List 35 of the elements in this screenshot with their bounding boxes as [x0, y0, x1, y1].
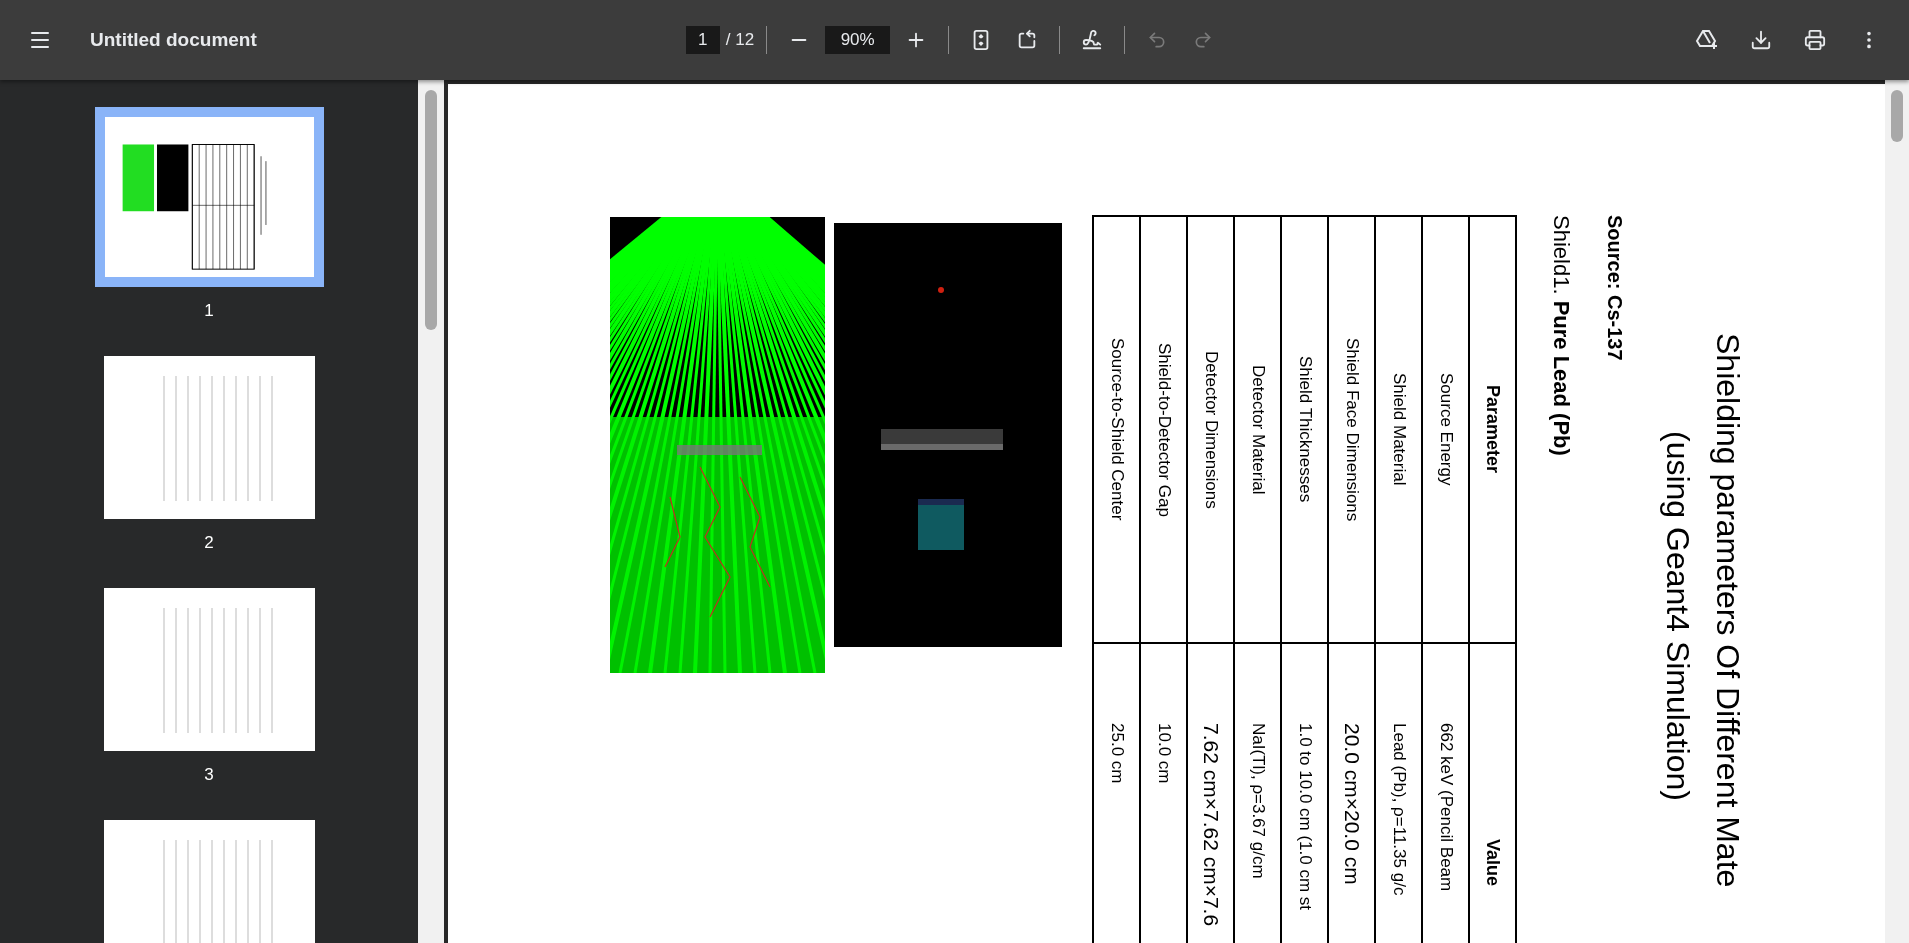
- column-header: Value: [1482, 839, 1503, 887]
- parameter-label: Detector Dimensions: [1200, 350, 1221, 509]
- value-text: 10.0 cm: [1153, 723, 1174, 784]
- sidebar-scrollbar[interactable]: [418, 80, 444, 943]
- value-text: Lead (Pb), ρ=11.35 g/c: [1388, 723, 1409, 896]
- value-text: NaI(Tl), ρ=3.67 g/cm: [1247, 723, 1268, 879]
- page-count: / 12: [725, 30, 755, 50]
- page-number: 2: [204, 533, 214, 553]
- page-thumbnail[interactable]: [103, 588, 315, 751]
- parameter-label: Shield Face Dimensions: [1341, 337, 1362, 522]
- page-number: 1: [204, 301, 214, 321]
- document-title: Untitled document: [90, 29, 257, 51]
- page-thumbnail[interactable]: [94, 107, 324, 287]
- parameter-label: Detector Material: [1247, 364, 1268, 495]
- value-text: 1.0 to 10.0 cm (1.0 cm st: [1294, 723, 1315, 911]
- page-thumbnail[interactable]: [103, 820, 315, 943]
- page-number-field[interactable]: 1: [685, 26, 720, 54]
- source-label: Source: Cs-137: [1604, 215, 1626, 361]
- parameter-label: Shield Material: [1388, 373, 1409, 486]
- value-text: 662 keV (Pencil Beam: [1435, 723, 1456, 892]
- value-text: 20.0 cm×20.0 cm: [1339, 723, 1364, 885]
- document-heading: (using Geant4 Simulation): [1660, 431, 1696, 801]
- parameter-label: Source Energy: [1435, 373, 1456, 486]
- page-number: 3: [204, 765, 214, 785]
- parameter-label: Shield-to-Detector Gap: [1153, 342, 1174, 517]
- document-heading: Shielding parameters Of Different Mate: [1710, 333, 1746, 888]
- value-text: 25.0 cm: [1106, 723, 1127, 784]
- page-scrollbar[interactable]: [1885, 80, 1909, 943]
- parameter-label: Source-to-Shield Center: [1106, 338, 1127, 521]
- column-header: Parameter: [1482, 385, 1503, 474]
- page-thumbnail[interactable]: [103, 356, 315, 519]
- zoom-field[interactable]: 90%: [825, 26, 891, 54]
- value-text: 7.62 cm×7.62 cm×7.6: [1198, 723, 1223, 927]
- shield-label: Shield1. Pure Lead (Pb): [1549, 215, 1574, 456]
- parameter-label: Shield Thicknesses: [1294, 356, 1315, 503]
